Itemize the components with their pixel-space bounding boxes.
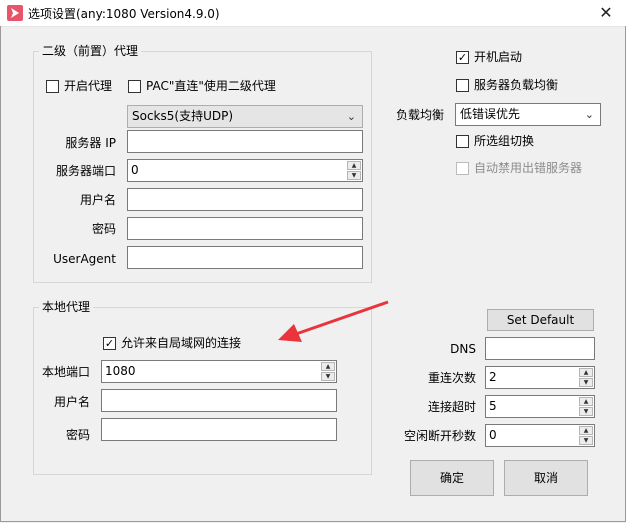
enable-proxy-checkbox[interactable]: [46, 80, 59, 93]
group-switch-checkbox[interactable]: [456, 135, 469, 148]
spin-down-icon[interactable]: ▼: [347, 171, 361, 180]
arrow-annotation: [278, 300, 389, 342]
close-button[interactable]: ✕: [586, 0, 626, 26]
balance-mode-select[interactable]: 低错误优先 ⌄: [455, 103, 601, 126]
server-port-spin-buttons[interactable]: ▲ ▼: [347, 161, 361, 180]
local-port-stepper[interactable]: 1080 ▲ ▼: [101, 360, 337, 383]
proxy-username-input[interactable]: [127, 188, 363, 211]
spin-down-icon[interactable]: ▼: [321, 372, 335, 381]
spin-down-icon[interactable]: ▼: [579, 407, 593, 416]
allow-lan-checkbox[interactable]: ✓: [103, 337, 116, 350]
local-password-input[interactable]: [101, 418, 337, 441]
ok-button[interactable]: 确定: [410, 460, 494, 496]
pac-direct-checkbox[interactable]: [128, 80, 141, 93]
spin-up-icon[interactable]: ▲: [347, 161, 361, 170]
server-ip-input[interactable]: [127, 130, 363, 153]
chevron-down-icon: ⌄: [346, 110, 356, 123]
balance-mode-value: 低错误优先: [460, 107, 521, 121]
enable-proxy-label: 开启代理: [64, 79, 113, 93]
connect-timeout-stepper[interactable]: 5 ▲ ▼: [485, 395, 595, 418]
spin-up-icon[interactable]: ▲: [579, 368, 593, 377]
local-username-input[interactable]: [101, 389, 337, 412]
auto-disable-checkbox[interactable]: [456, 162, 469, 175]
proxy-type-value: Socks5(支持UDP): [132, 109, 234, 123]
server-ip-label: 服务器 IP: [65, 136, 116, 150]
check-icon: ✓: [457, 51, 468, 64]
group-switch-label: 所选组切换: [474, 134, 535, 148]
useragent-input[interactable]: [127, 246, 363, 269]
proxy-password-input[interactable]: [127, 217, 363, 240]
local-username-label: 用户名: [53, 395, 90, 409]
connect-timeout-label: 连接超时: [427, 400, 476, 414]
useragent-label: UserAgent: [53, 252, 116, 266]
retry-count-value: 2: [489, 370, 497, 384]
close-icon: ✕: [599, 3, 613, 22]
dns-input[interactable]: [485, 337, 595, 360]
idle-timeout-value: 0: [489, 428, 497, 442]
allow-lan-label: 允许来自局域网的连接: [121, 336, 242, 350]
window-title: 选项设置(any:1080 Version4.9.0): [28, 7, 220, 21]
retry-count-stepper[interactable]: 2 ▲ ▼: [485, 366, 595, 389]
server-port-value: 0: [131, 163, 139, 177]
proxy-username-label: 用户名: [79, 193, 116, 207]
local-port-value: 1080: [105, 364, 136, 378]
load-balance-label: 服务器负载均衡: [474, 78, 559, 92]
spin-up-icon[interactable]: ▲: [579, 397, 593, 406]
chevron-down-icon: ⌄: [584, 108, 594, 121]
proxy-type-select[interactable]: Socks5(支持UDP) ⌄: [127, 105, 363, 128]
secondary-proxy-group-title: 二级（前置）代理: [39, 44, 142, 58]
dns-label: DNS: [450, 342, 476, 356]
auto-disable-label: 自动禁用出错服务器: [474, 161, 583, 175]
connect-timeout-value: 5: [489, 399, 497, 413]
title-bar[interactable]: 选项设置(any:1080 Version4.9.0) ✕: [0, 0, 626, 27]
local-password-label: 密码: [65, 428, 90, 442]
set-default-button[interactable]: Set Default: [487, 309, 594, 331]
autostart-label: 开机启动: [474, 50, 523, 64]
connect-timeout-spin-buttons[interactable]: ▲ ▼: [579, 397, 593, 416]
spin-up-icon[interactable]: ▲: [579, 426, 593, 435]
load-balance-checkbox[interactable]: [456, 79, 469, 92]
spin-down-icon[interactable]: ▼: [579, 436, 593, 445]
autostart-checkbox[interactable]: ✓: [456, 51, 469, 64]
check-icon: ✓: [104, 337, 115, 350]
spin-up-icon[interactable]: ▲: [321, 362, 335, 371]
local-proxy-group-title: 本地代理: [39, 300, 94, 314]
retry-count-label: 重连次数: [427, 371, 476, 385]
balance-mode-label: 负载均衡: [396, 108, 445, 122]
idle-timeout-stepper[interactable]: 0 ▲ ▼: [485, 424, 595, 447]
local-port-spin-buttons[interactable]: ▲ ▼: [321, 362, 335, 381]
local-port-label: 本地端口: [41, 365, 90, 379]
idle-timeout-spin-buttons[interactable]: ▲ ▼: [579, 426, 593, 445]
idle-timeout-label: 空闲断开秒数: [403, 429, 476, 443]
server-port-stepper[interactable]: 0 ▲ ▼: [127, 159, 363, 182]
pac-direct-label: PAC"直连"使用二级代理: [146, 79, 276, 93]
proxy-password-label: 密码: [91, 222, 116, 236]
retry-count-spin-buttons[interactable]: ▲ ▼: [579, 368, 593, 387]
spin-down-icon[interactable]: ▼: [579, 378, 593, 387]
cancel-button[interactable]: 取消: [504, 460, 588, 496]
server-port-label: 服务器端口: [55, 164, 116, 178]
app-icon: [7, 5, 23, 21]
